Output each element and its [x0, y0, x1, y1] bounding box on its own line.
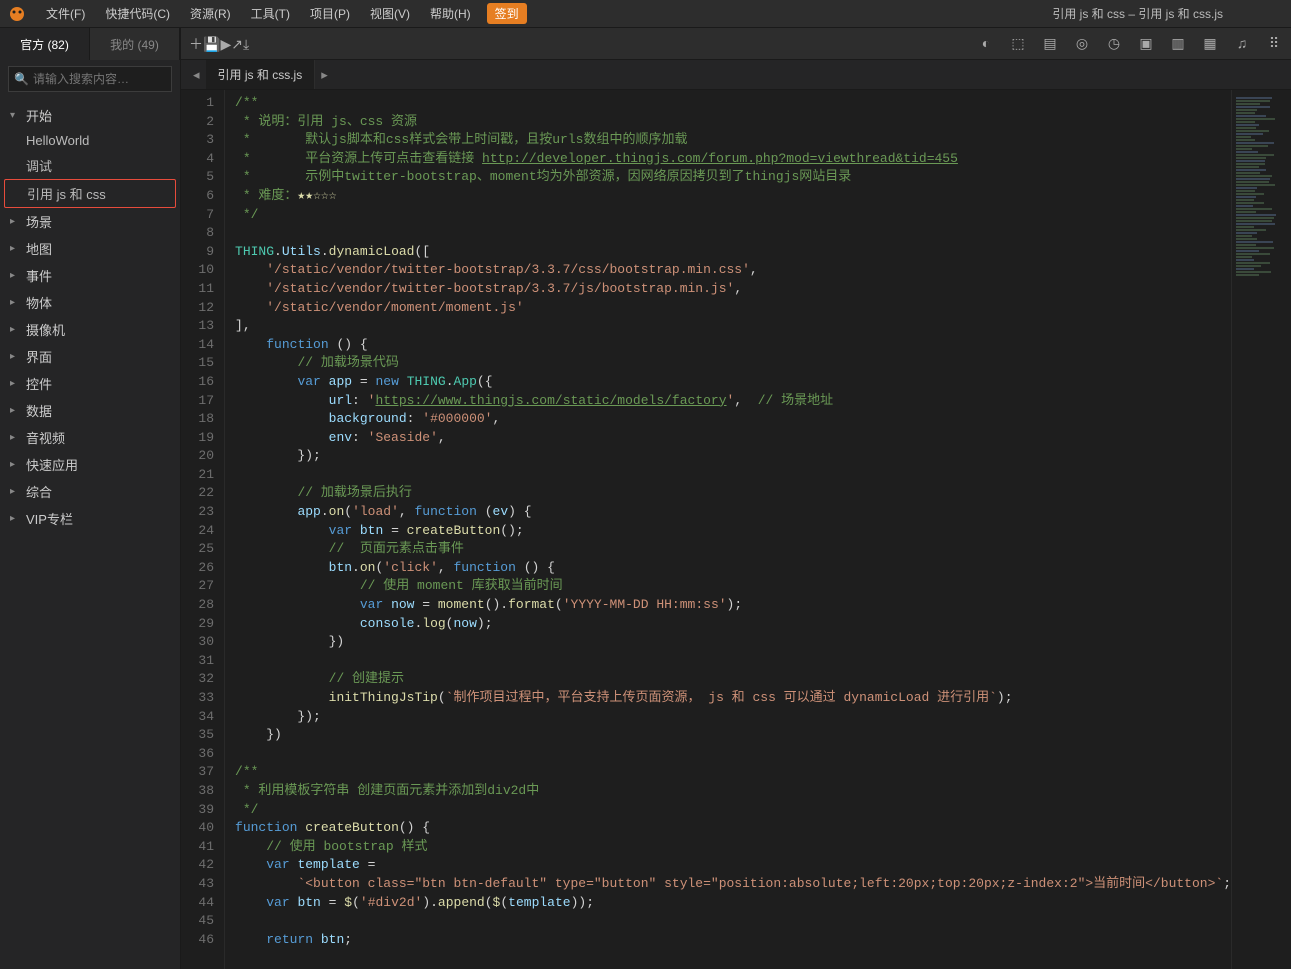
- tree-item[interactable]: ▸ 地图: [0, 235, 180, 262]
- tree-item[interactable]: 引用 js 和 css: [4, 179, 176, 208]
- layers-icon[interactable]: ▥: [1169, 35, 1187, 52]
- tree-item[interactable]: ▸ 界面: [0, 343, 180, 370]
- chevron-icon: ▸: [10, 243, 22, 254]
- menubar: 文件(F)快捷代码(C)资源(R)工具(T)项目(P)视图(V)帮助(H) 签到…: [0, 0, 1291, 28]
- tree-label: 控件: [26, 374, 52, 393]
- music-icon[interactable]: ♫: [1233, 35, 1251, 52]
- tree-item[interactable]: ▸ 综合: [0, 478, 180, 505]
- tree-label: 事件: [26, 266, 52, 285]
- tree-label: VIP专栏: [26, 509, 73, 528]
- menu-文件(F)[interactable]: 文件(F): [36, 7, 95, 21]
- tree-label: 音视频: [26, 428, 65, 447]
- chevron-icon: ▸: [10, 216, 22, 227]
- tree-label: 数据: [26, 401, 52, 420]
- plus-icon[interactable]: ＋: [189, 36, 203, 52]
- book-icon[interactable]: ▤: [1041, 35, 1059, 52]
- menu-快捷代码(C)[interactable]: 快捷代码(C): [95, 7, 180, 21]
- chevron-icon: ▸: [10, 486, 22, 497]
- tree-item[interactable]: ▸ 物体: [0, 289, 180, 316]
- clock-icon[interactable]: ◷: [1105, 35, 1123, 52]
- tree-item[interactable]: ▸ 音视频: [0, 424, 180, 451]
- tree-label: 摄像机: [26, 320, 65, 339]
- tree-item[interactable]: ▸ 数据: [0, 397, 180, 424]
- tab-prev-icon[interactable]: ◂: [187, 67, 206, 83]
- window-icon[interactable]: ▣: [1137, 35, 1155, 52]
- tree-label: 地图: [26, 239, 52, 258]
- chevron-icon: ▸: [10, 459, 22, 470]
- tree-label: 快速应用: [26, 455, 78, 474]
- tree-item[interactable]: ▸ VIP专栏: [0, 505, 180, 532]
- box-icon[interactable]: ⬚: [1009, 35, 1027, 52]
- file-tab[interactable]: 引用 js 和 css.js: [206, 60, 316, 89]
- editor-tabs: ◂ 引用 js 和 css.js ▸: [181, 60, 1291, 90]
- chevron-icon: ▾: [10, 110, 22, 121]
- menu-项目(P)[interactable]: 项目(P): [300, 7, 360, 21]
- tree-label: 界面: [26, 347, 52, 366]
- menu-视图(V)[interactable]: 视图(V): [360, 7, 420, 21]
- code-content[interactable]: /** * 说明：引用 js、css 资源 * 默认js脚本和css样式会带上时…: [225, 90, 1231, 969]
- tree-item[interactable]: ▸ 场景: [0, 208, 180, 235]
- editor-pane: ＋💾▶↗⤓ ◐ ⬚ ▤ ◎ ◷ ▣ ▥ ▦ ♫ ⠿ ◂ 引用 js 和 css.js ▸ 1234…: [181, 28, 1291, 969]
- tree-label: 开始: [26, 106, 52, 125]
- tree-item[interactable]: ▸ 控件: [0, 370, 180, 397]
- tree-item[interactable]: 调试: [0, 152, 180, 179]
- logo-icon: [8, 5, 26, 23]
- sidebar-tab[interactable]: 我的 (49): [90, 28, 180, 60]
- globe-icon[interactable]: ◐: [977, 35, 995, 52]
- chevron-icon: ▸: [10, 432, 22, 443]
- file-tree: ▾ 开始 HelloWorld调试引用 js 和 css ▸ 场景 ▸ 地图 ▸ 事件 ▸ 物体 ▸ 摄…: [0, 98, 180, 969]
- tree-label: 物体: [26, 293, 52, 312]
- menu-资源(R)[interactable]: 资源(R): [180, 7, 241, 21]
- tree-item[interactable]: ▸ 摄像机: [0, 316, 180, 343]
- window-title: 引用 js 和 css – 引用 js 和 css.js: [1052, 5, 1283, 22]
- tree-item[interactable]: HelloWorld: [0, 129, 180, 152]
- image-icon[interactable]: ▦: [1201, 35, 1219, 52]
- chevron-icon: ▸: [10, 297, 22, 308]
- menu-工具(T)[interactable]: 工具(T): [241, 7, 300, 21]
- tree-item[interactable]: ▸ 快速应用: [0, 451, 180, 478]
- search-icon: 🔍: [14, 72, 29, 86]
- save-icon[interactable]: 💾: [203, 36, 220, 52]
- menu-帮助(H)[interactable]: 帮助(H): [420, 7, 481, 21]
- grid-icon[interactable]: ⠿: [1265, 35, 1283, 52]
- chevron-icon: ▸: [10, 324, 22, 335]
- sidebar: 官方 (82)我的 (49) 🔍 ▾ 开始 HelloWorld调试引用 js 和 …: [0, 28, 181, 969]
- tree-label: 场景: [26, 212, 52, 231]
- tree-item[interactable]: ▸ 事件: [0, 262, 180, 289]
- run-icon[interactable]: ▶: [220, 36, 231, 52]
- chevron-icon: ▸: [10, 513, 22, 524]
- chevron-icon: ▸: [10, 378, 22, 389]
- download-icon[interactable]: ⤓: [243, 36, 249, 52]
- tree-item[interactable]: ▾ 开始: [0, 102, 180, 129]
- sidebar-tab[interactable]: 官方 (82): [0, 28, 90, 60]
- chevron-icon: ▸: [10, 405, 22, 416]
- browser-icon[interactable]: ◎: [1073, 35, 1091, 52]
- chevron-icon: ▸: [10, 270, 22, 281]
- toolbar: ＋💾▶↗⤓ ◐ ⬚ ▤ ◎ ◷ ▣ ▥ ▦ ♫ ⠿: [181, 28, 1291, 60]
- code-editor[interactable]: 1234567891011121314151617181920212223242…: [181, 90, 1291, 969]
- chevron-icon: ▸: [10, 351, 22, 362]
- tree-label: 综合: [26, 482, 52, 501]
- search-input[interactable]: [8, 66, 172, 92]
- line-gutter: 1234567891011121314151617181920212223242…: [181, 90, 225, 969]
- minimap[interactable]: [1231, 90, 1291, 969]
- sign-in-button[interactable]: 签到: [487, 3, 527, 24]
- tab-next-icon[interactable]: ▸: [315, 67, 334, 83]
- share-icon[interactable]: ↗: [231, 36, 243, 52]
